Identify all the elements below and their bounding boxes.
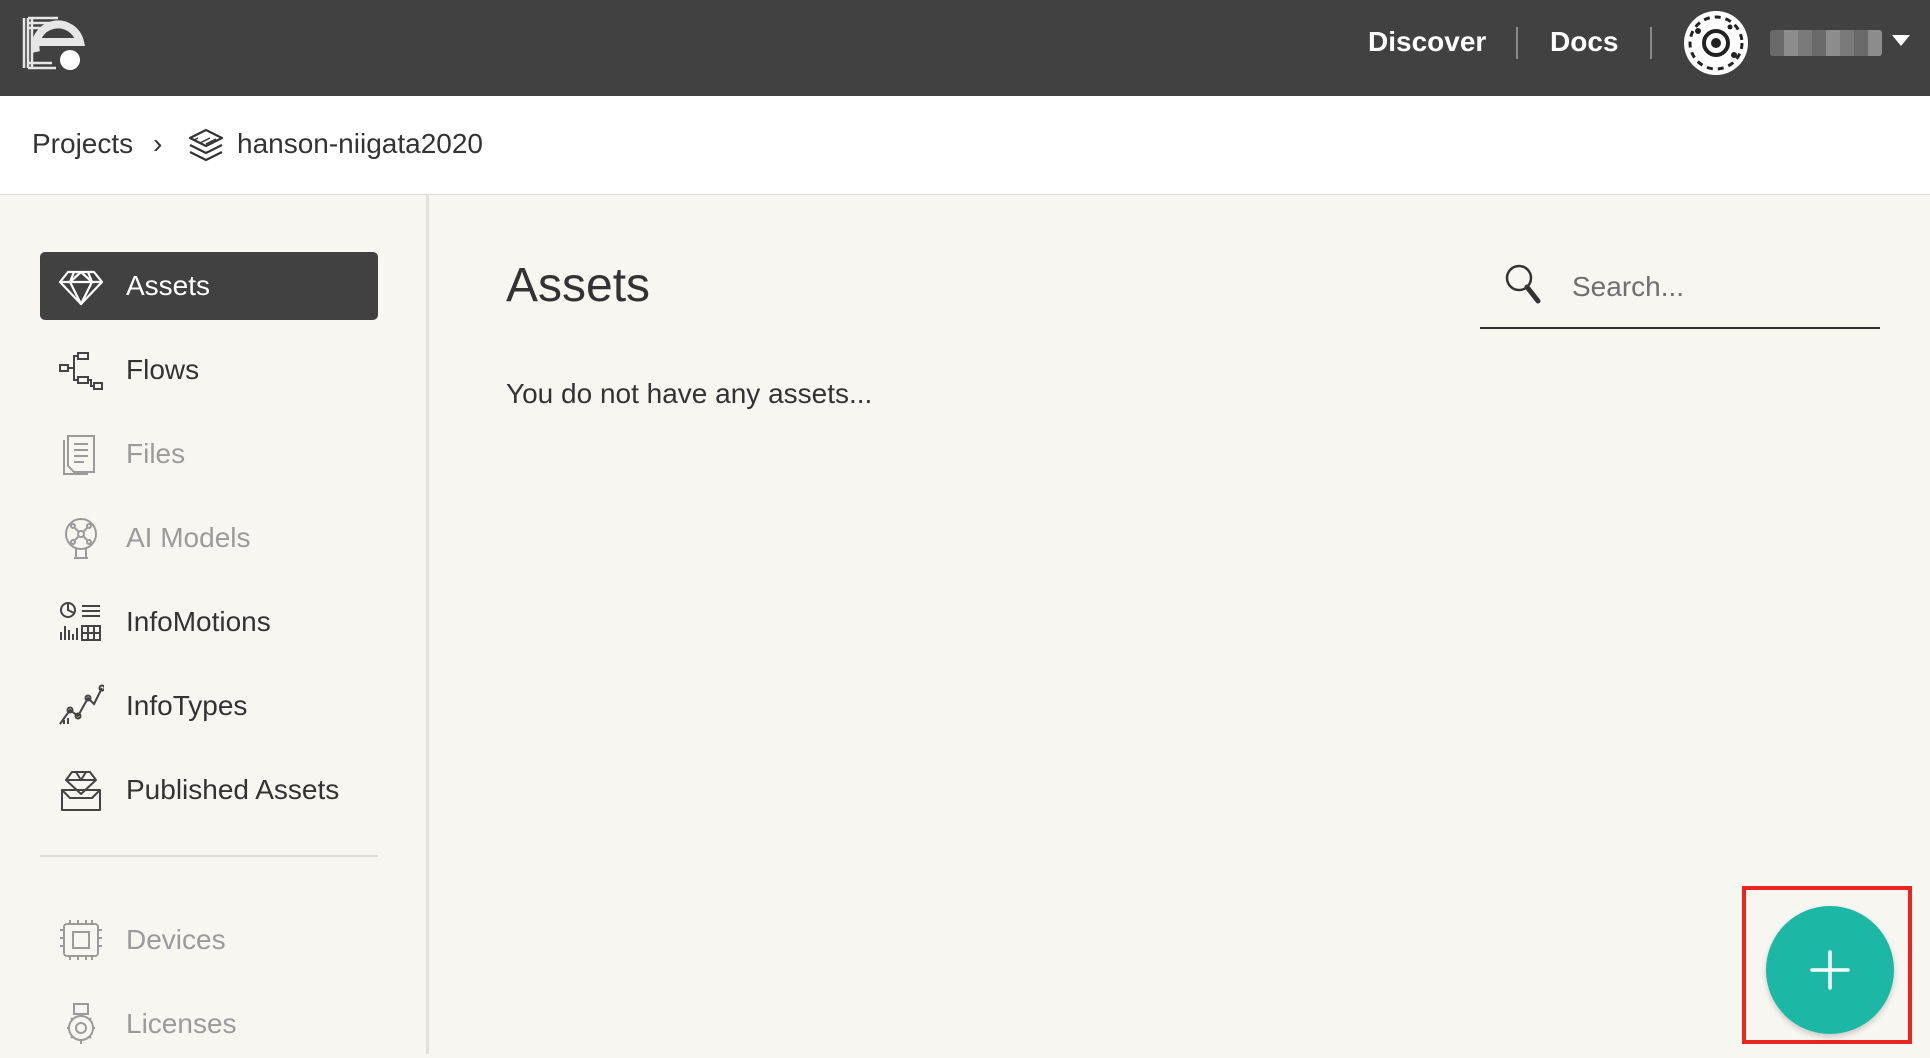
sidebar-item-label: AI Models xyxy=(126,522,251,553)
sidebar-item-label: Licenses xyxy=(126,1008,237,1039)
top-bar: Discover Docs xyxy=(0,0,1930,96)
sidebar-divider xyxy=(40,855,378,857)
app-logo-icon[interactable] xyxy=(22,10,88,76)
avatar-pattern-icon xyxy=(1688,15,1744,71)
avatar[interactable] xyxy=(1684,11,1748,75)
sidebar-item-label: Published Assets xyxy=(126,774,340,805)
sidebar-item-label: InfoTypes xyxy=(126,690,248,721)
file-icon xyxy=(63,435,95,475)
sidebar-item-label: InfoMotions xyxy=(126,606,271,637)
page-title: Assets xyxy=(506,259,651,312)
breadcrumb: Projects › hanson-niigata2020 xyxy=(0,96,1930,195)
nav-discover-link[interactable]: Discover xyxy=(1368,22,1486,62)
flow-icon xyxy=(59,352,103,390)
breadcrumb-separator: › xyxy=(153,128,163,159)
breadcrumb-projects-link[interactable]: Projects xyxy=(32,126,133,162)
sidebar-item-flows[interactable]: Flows xyxy=(40,336,378,404)
sidebar-item-label: Files xyxy=(126,438,186,469)
sidebar-item-files[interactable]: Files xyxy=(40,420,378,488)
sidebar-item-ai-models[interactable]: AI Models xyxy=(40,504,378,572)
sidebar-item-assets[interactable]: Assets xyxy=(40,252,378,320)
sidebar-item-devices[interactable]: Devices xyxy=(40,906,378,974)
sidebar-item-infomotions[interactable]: InfoMotions xyxy=(40,588,378,656)
sidebar-item-infotypes[interactable]: InfoTypes xyxy=(40,672,378,740)
search-field xyxy=(1480,255,1880,329)
sidebar-item-licenses[interactable]: Licenses xyxy=(40,990,378,1058)
infotypes-icon xyxy=(59,684,104,725)
chevron-down-icon[interactable] xyxy=(1892,35,1910,46)
breadcrumb-project-name: hanson-niigata2020 xyxy=(237,128,483,159)
layers-icon xyxy=(188,128,224,162)
infomotions-icon xyxy=(60,602,101,641)
empty-state-message: You do not have any assets... xyxy=(506,378,873,409)
nav-divider xyxy=(1516,27,1518,59)
diamond-icon xyxy=(58,270,104,306)
search-icon xyxy=(1505,264,1541,304)
add-asset-button[interactable] xyxy=(1766,906,1894,1034)
plus-icon xyxy=(1810,950,1850,990)
username-redacted[interactable] xyxy=(1770,30,1882,56)
sidebar: Assets Flows Files AI Models InfoMotions… xyxy=(0,195,429,1054)
published-assets-icon xyxy=(61,771,101,811)
sidebar-item-published-assets[interactable]: Published Assets xyxy=(40,756,378,824)
sidebar-item-label: Assets xyxy=(126,270,211,301)
search-input[interactable] xyxy=(1570,261,1874,313)
sidebar-item-label: Flows xyxy=(126,354,200,385)
sidebar-item-label: Devices xyxy=(126,924,226,955)
nav-docs-link[interactable]: Docs xyxy=(1550,22,1618,62)
license-icon xyxy=(67,1003,95,1044)
ai-model-icon xyxy=(65,518,97,559)
nav-divider xyxy=(1650,27,1652,59)
device-icon xyxy=(60,920,102,960)
